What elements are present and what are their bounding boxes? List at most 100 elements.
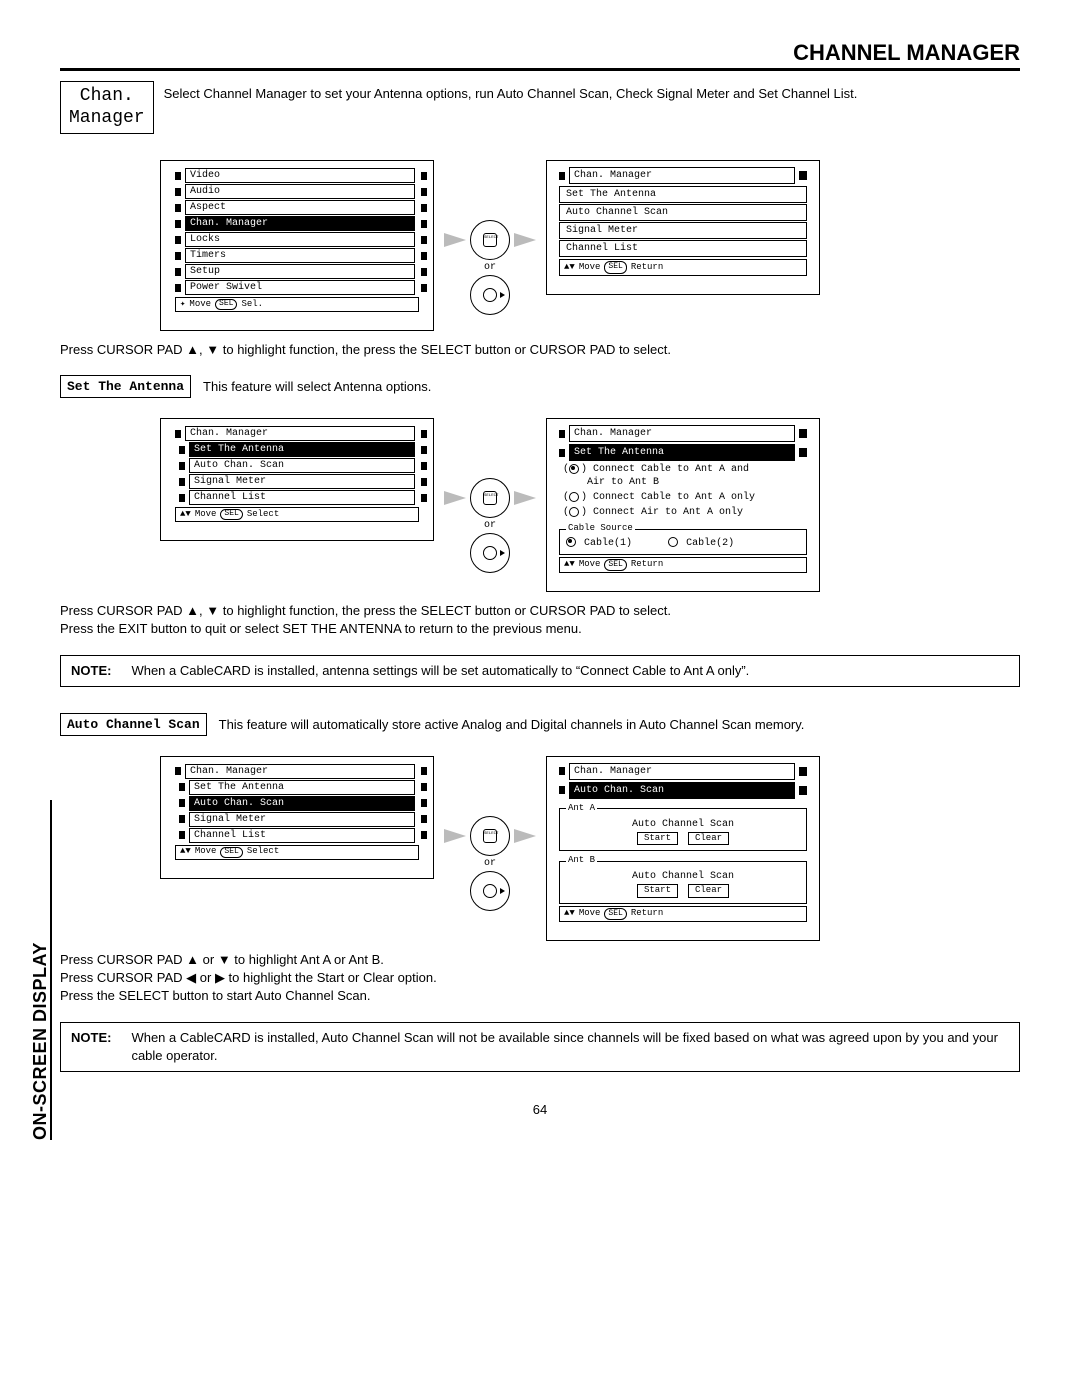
antenna-option: () Connect Cable to Ant A and Air to Ant… [563, 463, 803, 489]
feature-desc: This feature will select Antenna options… [203, 379, 431, 394]
menu-item-label: Timers [185, 248, 415, 263]
foot-return: Return [631, 262, 663, 274]
opt-text: Connect Cable to Ant A and [593, 464, 749, 475]
marker-icon [421, 478, 427, 486]
acs-label: Auto Channel Scan [566, 818, 800, 831]
opt-text: Connect Cable to Ant A only [593, 492, 755, 503]
marker-icon [559, 172, 565, 180]
auto-channel-scan-box: Auto Channel Scan [60, 713, 207, 736]
updown-icon: ▲▼ [564, 262, 575, 274]
marker-icon [179, 815, 185, 823]
clear-button[interactable]: Clear [688, 832, 729, 846]
marker-icon [175, 767, 181, 775]
marker-icon [175, 284, 181, 292]
marker-icon [421, 799, 427, 807]
menu-item: Chan. Manager [175, 216, 427, 231]
marker-icon [175, 268, 181, 276]
or-text: or [484, 262, 496, 273]
sel-pill: SEL [215, 299, 237, 310]
page-number: 64 [60, 1102, 1020, 1117]
submenu-item: Signal Meter [559, 222, 807, 239]
submenu-header: Chan. Manager [569, 763, 795, 780]
line: Press the SELECT button to start Auto Ch… [60, 988, 371, 1003]
connector: SELECT or [444, 756, 536, 911]
submenu-header: Chan. Manager [569, 425, 795, 442]
updown-icon: ▲▼ [564, 908, 575, 920]
submenu-header: Chan. Manager [569, 167, 795, 184]
menu-item: Channel List [179, 490, 427, 505]
menu-item: Setup [175, 264, 427, 279]
dpad-icon [470, 275, 510, 315]
menu-item-label: Locks [185, 232, 415, 247]
line: Press CURSOR PAD ◀ or ▶ to highlight the… [60, 970, 437, 985]
menu-item: Set The Antenna [179, 442, 427, 457]
marker-icon [421, 430, 427, 438]
marker-icon [421, 172, 427, 180]
sel-pill: SEL [604, 908, 626, 920]
clear-button[interactable]: Clear [688, 884, 729, 898]
menu-item: Video [175, 168, 427, 183]
line: Press CURSOR PAD ▲ or ▼ to highlight Ant… [60, 952, 384, 967]
menu-item-label: Set The Antenna [189, 780, 415, 795]
right-marker-icon [799, 786, 807, 795]
or-text: or [484, 858, 496, 869]
marker-icon [175, 236, 181, 244]
osd-set-antenna: Chan. Manager Set The Antenna () Connect… [546, 418, 820, 592]
right-marker-icon [799, 448, 807, 457]
note-label: NOTE: [71, 662, 111, 680]
marker-icon [421, 188, 427, 196]
updown-icon: ▲▼ [180, 847, 191, 857]
marker-icon [421, 767, 427, 775]
osd-main-menu: VideoAudioAspectChan. ManagerLocksTimers… [160, 160, 434, 331]
marker-icon [421, 204, 427, 212]
dpad-icon [470, 871, 510, 911]
start-button[interactable]: Start [637, 832, 678, 846]
acs-label: Auto Channel Scan [566, 870, 800, 883]
menu-item: Channel List [179, 828, 427, 843]
foot-move: Move [195, 847, 217, 857]
foot-return: Return [631, 908, 663, 920]
sel-pill: SEL [604, 261, 626, 273]
note-box: NOTE: When a CableCARD is installed, ant… [60, 655, 1020, 687]
radio-off-icon [668, 537, 678, 547]
submenu-highlight: Set The Antenna [569, 444, 795, 461]
select-button-icon: SELECT [470, 478, 510, 518]
foot-move: Move [579, 262, 601, 274]
side-label: ON-SCREEN DISPLAY [30, 942, 51, 1140]
submenu-highlight: Auto Chan. Scan [569, 782, 795, 799]
ant-a-fieldset: Ant A Auto Channel Scan Start Clear [559, 803, 807, 851]
cable1-label: Cable(1) [584, 538, 632, 549]
menu-item-label: Chan. Manager [185, 216, 415, 231]
menu-item-label: Aspect [185, 200, 415, 215]
marker-icon [175, 172, 181, 180]
menu-item: Set The Antenna [179, 780, 427, 795]
menu-item: Aspect [175, 200, 427, 215]
marker-icon [175, 252, 181, 260]
antenna-option: () Connect Air to Ant A only [563, 506, 803, 519]
opt-text: Connect Air to Ant A only [593, 507, 743, 518]
marker-icon [421, 462, 427, 470]
updown-icon: ▲▼ [564, 559, 575, 571]
marker-icon [559, 430, 565, 438]
marker-icon [179, 478, 185, 486]
sel-pill: SEL [604, 559, 626, 571]
start-button[interactable]: Start [637, 884, 678, 898]
marker-icon [179, 831, 185, 839]
marker-icon [421, 220, 427, 228]
arrow-right-icon [444, 491, 466, 505]
cable2-label: Cable(2) [686, 538, 734, 549]
foot-move: Move [189, 300, 211, 310]
foot-move: Move [195, 510, 217, 520]
osd-chan-manager-submenu: Chan. Manager Set The AntennaAuto Channe… [546, 160, 820, 294]
dpad-icon [470, 533, 510, 573]
marker-icon [179, 462, 185, 470]
arrow-right-icon [514, 829, 536, 843]
marker-icon [175, 220, 181, 228]
marker-icon [421, 831, 427, 839]
radio-on-icon [566, 537, 576, 547]
menu-item-label: Channel List [189, 828, 415, 843]
ant-b-legend: Ant B [566, 855, 597, 867]
cable-source-legend: Cable Source [566, 523, 635, 535]
marker-icon [559, 786, 565, 794]
submenu-item: Set The Antenna [559, 186, 807, 203]
